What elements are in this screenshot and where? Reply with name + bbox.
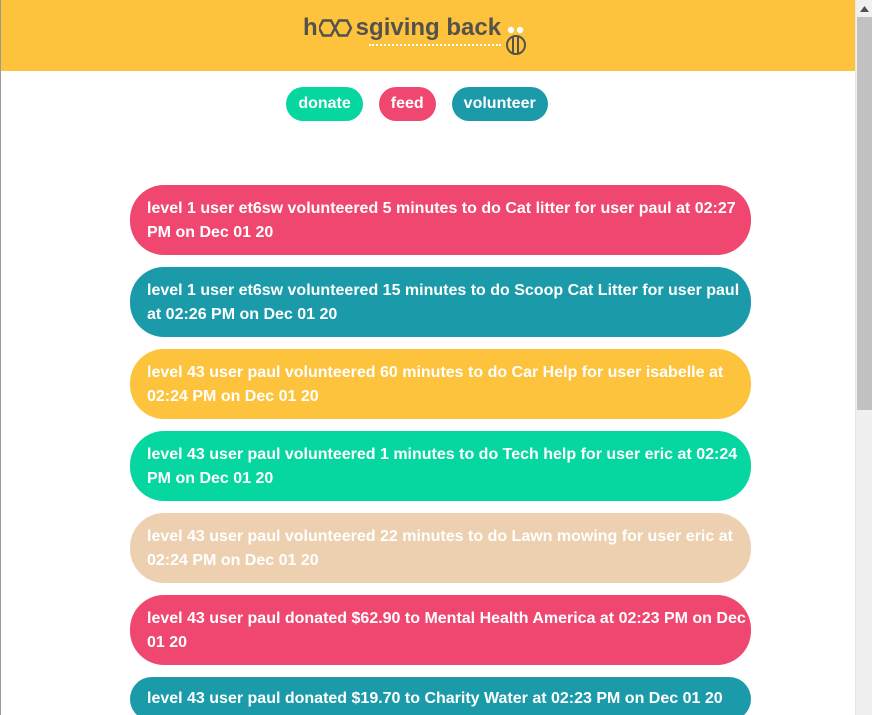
nav-donate-button[interactable]: donate (286, 87, 363, 121)
scroll-up-arrow-icon[interactable] (856, 0, 872, 17)
activity-feed: level 1 user et6sw volunteered 5 minutes… (130, 185, 751, 715)
feed-item: level 43 user paul volunteered 60 minute… (130, 349, 751, 419)
feed-item: level 43 user paul volunteered 22 minute… (130, 513, 751, 583)
site-header: h s giving back (1, 0, 855, 71)
hexagon-icon (318, 14, 355, 42)
feed-item: level 43 user paul donated $19.70 to Cha… (130, 677, 751, 715)
site-logo[interactable]: h s giving back (303, 14, 529, 55)
browser-viewport: h s giving back donate feed volunteer le… (0, 0, 872, 715)
feed-item: level 43 user paul volunteered 1 minutes… (130, 431, 751, 501)
main-nav: donate feed volunteer (1, 87, 855, 121)
bee-icon (503, 26, 529, 63)
nav-feed-button[interactable]: feed (378, 87, 436, 121)
vertical-scrollbar[interactable] (855, 0, 872, 715)
nav-volunteer-button[interactable]: volunteer (451, 87, 548, 121)
logo-tagline: giving back (369, 14, 502, 46)
scrollbar-thumb[interactable] (857, 17, 872, 410)
feed-item: level 43 user paul donated $62.90 to Men… (130, 595, 751, 665)
feed-item: level 1 user et6sw volunteered 5 minutes… (130, 185, 751, 255)
feed-item: level 1 user et6sw volunteered 15 minute… (130, 267, 751, 337)
logo-letter-h: h (303, 14, 318, 41)
logo-letter-s: s (355, 14, 370, 41)
